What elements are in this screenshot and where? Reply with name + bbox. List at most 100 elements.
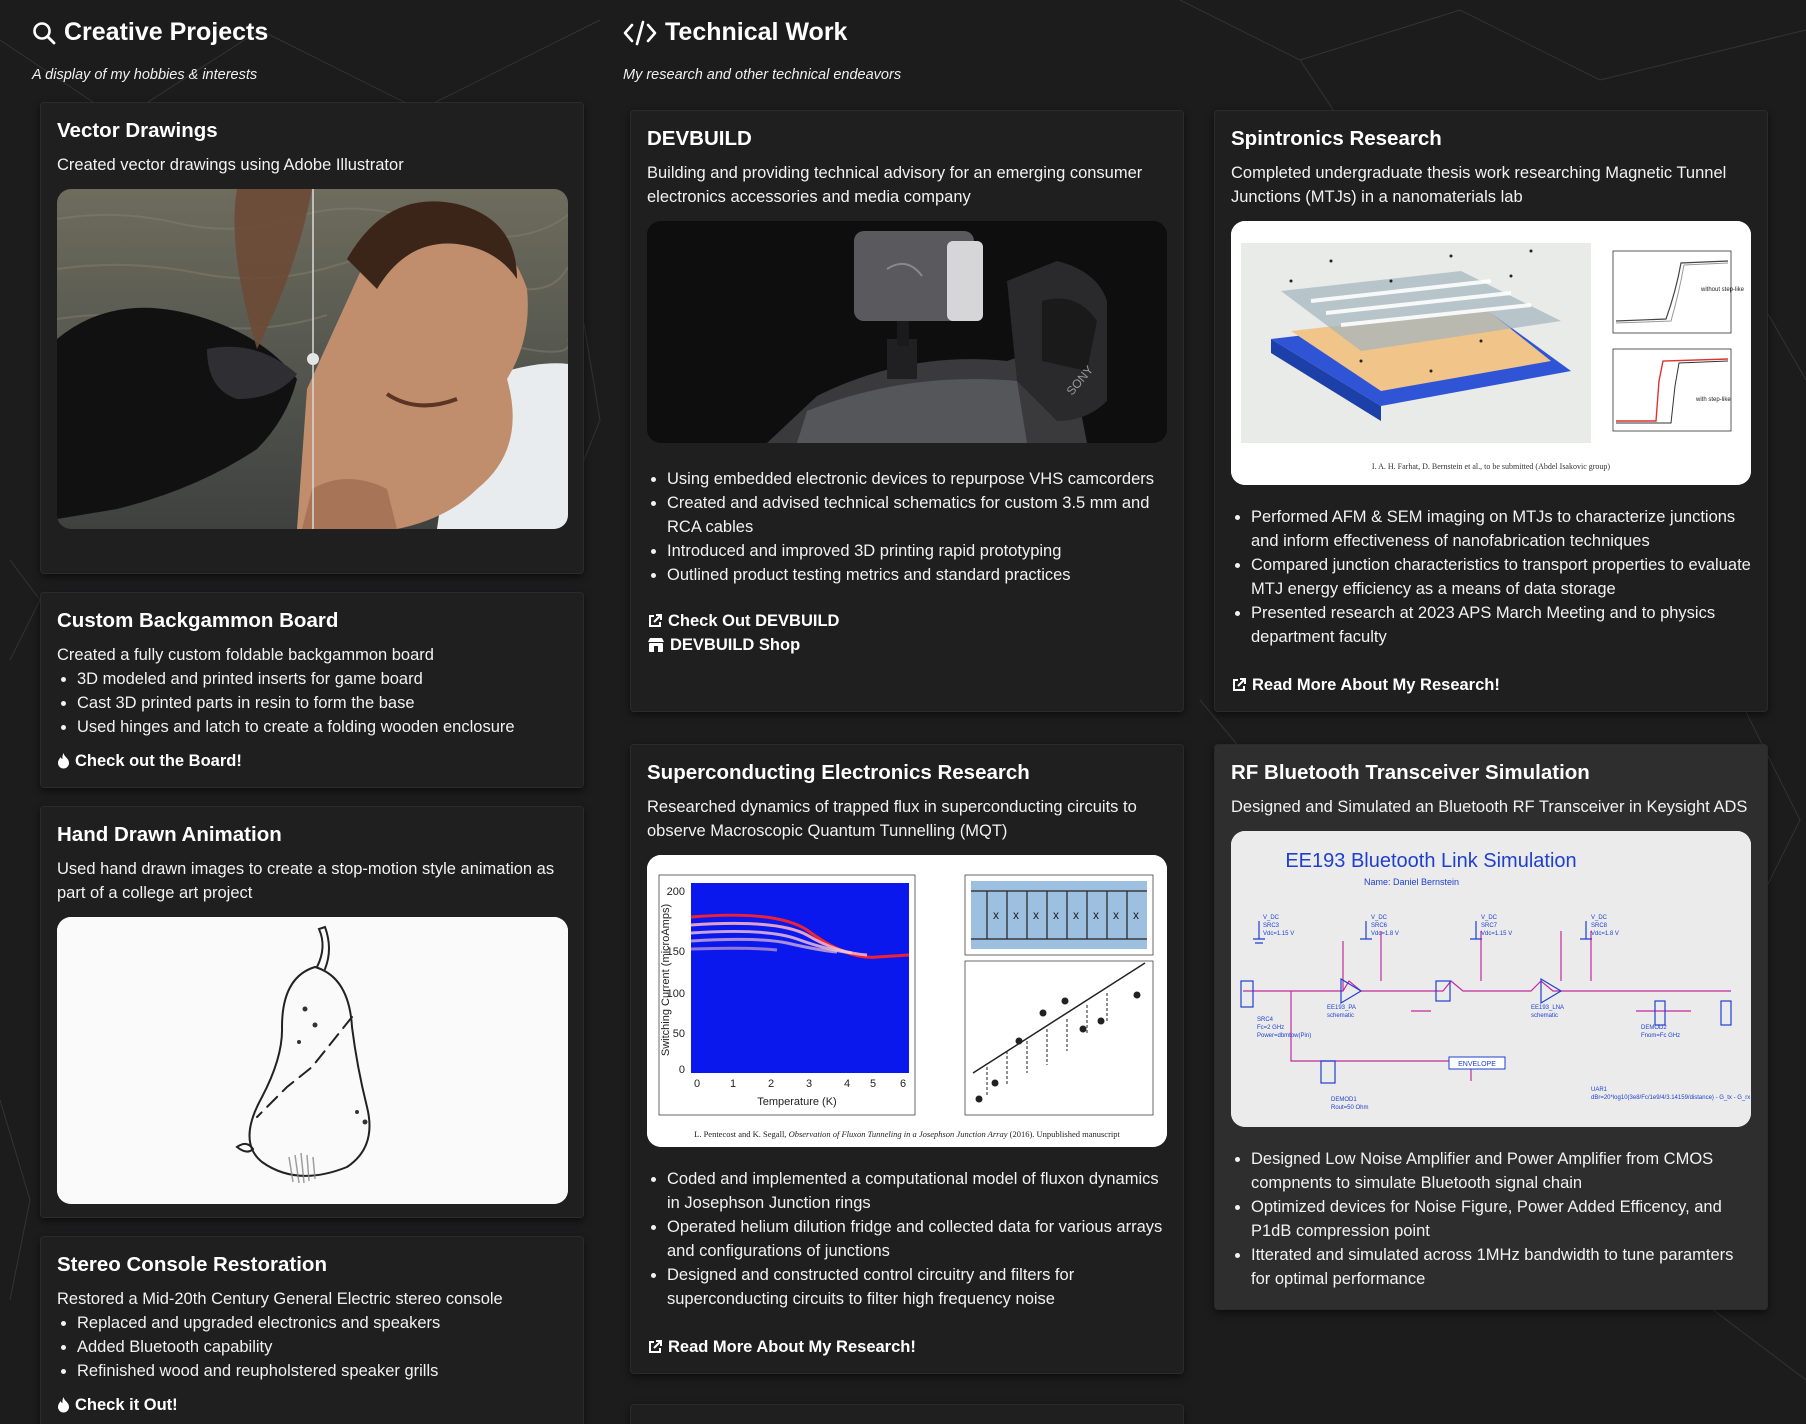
- vector-comparison-slider[interactable]: [57, 189, 568, 529]
- stereo-console-card: Stereo Console Restoration Restored a Mi…: [40, 1236, 584, 1424]
- superconducting-card: Superconducting Electronics Research Res…: [630, 744, 1184, 1374]
- svg-text:SRC8: SRC8: [1591, 923, 1608, 929]
- y-axis-label: Switching Current (microAmps): [660, 904, 672, 1056]
- caption-authors: L. Pentecost and K. Segall,: [694, 1129, 786, 1139]
- search-icon: [33, 21, 56, 44]
- card-title: DEVBUILD: [647, 127, 752, 150]
- list-item: Replaced and upgraded electronics and sp…: [77, 1311, 567, 1335]
- svg-text:SRC6: SRC6: [1371, 923, 1388, 929]
- list-item: Refinished wood and reupholstered speake…: [77, 1359, 567, 1383]
- y-tick: 0: [679, 1064, 685, 1076]
- with-step-label: with step-like: [1695, 397, 1731, 403]
- x-axis-label: Temperature (K): [757, 1096, 836, 1108]
- svg-text:x: x: [1033, 908, 1039, 922]
- envelope-label: ENVELOPE: [1458, 1061, 1496, 1068]
- svg-text:Vdc=1.15 V: Vdc=1.15 V: [1481, 931, 1512, 937]
- list-item: Optimized devices for Noise Figure, Powe…: [1251, 1195, 1751, 1243]
- code-icon: [623, 20, 657, 45]
- link-label: Check out the Board!: [75, 752, 242, 770]
- card-description: Created vector drawings using Adobe Illu…: [57, 156, 404, 174]
- devbuild-product-image[interactable]: SONY: [647, 221, 1167, 443]
- card-description: Used hand drawn images to create a stop-…: [57, 860, 555, 902]
- mtj-figure[interactable]: without step-like with step-like I. A. H…: [1231, 221, 1751, 485]
- svg-text:Fnom=Fc GHz: Fnom=Fc GHz: [1641, 1033, 1680, 1039]
- card-title: Vector Drawings: [57, 119, 218, 142]
- card-description: Completed undergraduate thesis work rese…: [1231, 164, 1727, 206]
- check-out-board-link[interactable]: Check out the Board!: [57, 749, 567, 773]
- x-tick: 1: [730, 1078, 736, 1090]
- svg-text:Vdc=1.8 V: Vdc=1.8 V: [1371, 931, 1399, 937]
- without-step-label: without step-like: [1700, 287, 1745, 293]
- card-description: Created a fully custom foldable backgamm…: [57, 646, 434, 664]
- svg-text:Power=dbmtow(Pin): Power=dbmtow(Pin): [1257, 1033, 1311, 1039]
- svg-text:schematic: schematic: [1327, 1013, 1354, 1019]
- animation-preview[interactable]: [57, 917, 568, 1204]
- card-title: RF Bluetooth Transceiver Simulation: [1231, 761, 1590, 784]
- x-tick: 5: [870, 1078, 876, 1090]
- list-item: Performed AFM & SEM imaging on MTJs to c…: [1251, 505, 1751, 553]
- rf-schematic-figure[interactable]: EE193 Bluetooth Link Simulation Name: Da…: [1231, 831, 1751, 1127]
- list-item: Created and advised technical schematics…: [667, 491, 1167, 539]
- svg-text:V_DC: V_DC: [1591, 915, 1608, 921]
- list-item: Designed and constructed control circuit…: [667, 1263, 1167, 1311]
- link-label: Read More About My Research!: [668, 1338, 916, 1356]
- svg-text:L. Pentecost and K. Segall,: L. Pentecost and K. Segall, Observation …: [694, 1129, 1120, 1139]
- link-label: DEVBUILD Shop: [670, 636, 801, 654]
- technical-subtitle: My research and other technical endeavor…: [623, 67, 902, 83]
- devbuild-shop-link[interactable]: DEVBUILD Shop: [647, 633, 1167, 657]
- read-more-research-link[interactable]: Read More About My Research!: [1231, 673, 1751, 697]
- external-link-icon: [649, 614, 662, 627]
- list-item: Operated helium dilution fridge and coll…: [667, 1215, 1167, 1263]
- hand-drawn-animation-card: Hand Drawn Animation Used hand drawn ima…: [40, 806, 584, 1218]
- figure-caption: I. A. H. Farhat, D. Bernstein et al., to…: [1372, 462, 1611, 471]
- svg-text:V_DC: V_DC: [1263, 915, 1280, 921]
- list-item: Cast 3D printed parts in resin to form t…: [77, 691, 567, 715]
- svg-text:x: x: [1013, 908, 1019, 922]
- svg-text:DEMOD2: DEMOD2: [1641, 1025, 1667, 1031]
- store-icon: [648, 638, 664, 652]
- check-it-out-link[interactable]: Check it Out!: [57, 1393, 567, 1417]
- y-tick: 50: [673, 1028, 685, 1040]
- card-description: Building and providing technical advisor…: [647, 164, 1143, 206]
- mtj-diagram-image: without step-like with step-like I. A. H…: [1231, 221, 1751, 485]
- backgammon-card: Custom Backgammon Board Created a fully …: [40, 592, 584, 788]
- fluxon-figure[interactable]: 0 50 100 150 200 0 1 2 3 4 5 6 Temperatu…: [647, 855, 1167, 1147]
- ads-schematic-image: EE193 Bluetooth Link Simulation Name: Da…: [1231, 831, 1751, 1127]
- card-title: Stereo Console Restoration: [57, 1253, 327, 1276]
- list-item: Coded and implemented a computational mo…: [667, 1167, 1167, 1215]
- svg-text:x: x: [1113, 908, 1119, 922]
- x-tick: 6: [900, 1078, 906, 1090]
- creative-title-text: Creative Projects: [64, 18, 269, 46]
- list-item: Itterated and simulated across 1MHz band…: [1251, 1243, 1751, 1291]
- creative-title: Creative Projects: [32, 18, 268, 47]
- x-tick: 3: [806, 1078, 812, 1090]
- technical-title: Technical Work: [623, 18, 901, 47]
- creative-section-header: Creative Projects A display of my hobbie…: [32, 18, 268, 83]
- vector-portrait-image: [57, 189, 568, 529]
- external-link-icon: [649, 1340, 662, 1353]
- read-more-research-link[interactable]: Read More About My Research!: [647, 1335, 1167, 1359]
- fire-icon: [58, 753, 69, 769]
- svg-text:schematic: schematic: [1531, 1013, 1558, 1019]
- list-item: Outlined product testing metrics and sta…: [667, 563, 1167, 587]
- list-item: Introduced and improved 3D printing rapi…: [667, 539, 1167, 563]
- svg-text:DEMOD1: DEMOD1: [1331, 1097, 1357, 1103]
- card-title: Custom Backgammon Board: [57, 609, 339, 632]
- check-out-devbuild-link[interactable]: Check Out DEVBUILD: [647, 609, 1167, 633]
- technical-section-header: Technical Work My research and other tec…: [623, 18, 901, 83]
- svg-text:EE193_PA: EE193_PA: [1327, 1005, 1356, 1011]
- list-item: Compared junction characteristics to tra…: [1251, 553, 1751, 601]
- card-description: Restored a Mid-20th Century General Elec…: [57, 1290, 503, 1308]
- card-title: Hand Drawn Animation: [57, 823, 282, 846]
- card-title: Superconducting Electronics Research: [647, 761, 1030, 784]
- caption-end: (2016). Unpublished manuscript: [1010, 1129, 1121, 1139]
- schematic-name: Name: Daniel Bernstein: [1364, 877, 1459, 887]
- next-technical-card: [630, 1404, 1184, 1424]
- list-item: Using embedded electronic devices to rep…: [667, 467, 1167, 491]
- bullet-list: Using embedded electronic devices to rep…: [647, 467, 1167, 587]
- bullet-list: Coded and implemented a computational mo…: [647, 1167, 1167, 1311]
- svg-text:V_DC: V_DC: [1481, 915, 1498, 921]
- devbuild-card: DEVBUILD Building and providing technica…: [630, 110, 1184, 712]
- list-item: 3D modeled and printed inserts for game …: [77, 667, 567, 691]
- list-item: Presented research at 2023 APS March Mee…: [1251, 601, 1751, 649]
